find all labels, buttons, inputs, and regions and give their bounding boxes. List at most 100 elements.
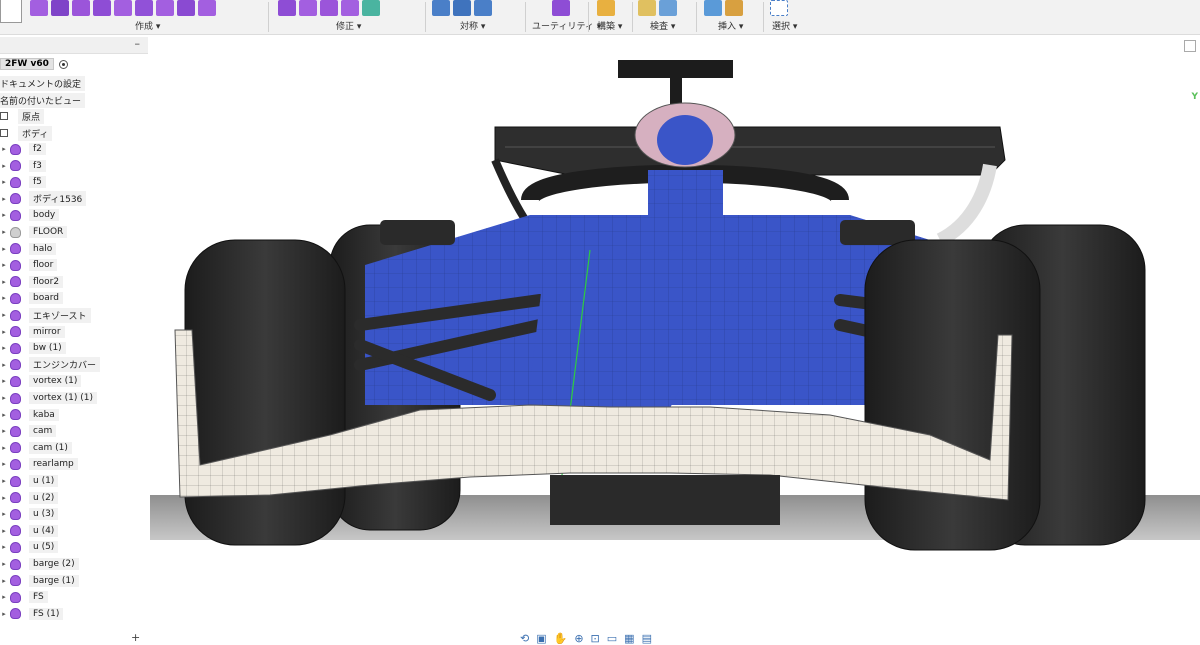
body-list-item[interactable]: ▸ cam	[0, 423, 57, 439]
expand-caret-icon[interactable]: ▸	[0, 328, 8, 336]
quadball-icon[interactable]	[177, 0, 195, 16]
body-list-item[interactable]: ▸ halo	[0, 241, 57, 257]
expand-caret-icon[interactable]: ▸	[0, 211, 8, 219]
expand-caret-icon[interactable]: ▸	[0, 162, 8, 170]
expand-caret-icon[interactable]: ▸	[0, 344, 8, 352]
mirror-duplicate-icon[interactable]	[474, 0, 492, 16]
body-list-item[interactable]: ▸ barge (2)	[0, 556, 79, 572]
root-component-name[interactable]: 2FW v60	[0, 58, 54, 70]
bridge-icon[interactable]	[341, 0, 359, 16]
expand-caret-icon[interactable]: ▸	[0, 195, 8, 203]
expand-caret-icon[interactable]: ▸	[0, 577, 8, 585]
insert-mesh-icon[interactable]	[725, 0, 743, 16]
grid-icon[interactable]: ▦	[624, 632, 634, 645]
offset-plane-icon[interactable]	[597, 0, 615, 16]
display-mode-icon[interactable]	[552, 0, 570, 16]
insert-edge-icon[interactable]	[299, 0, 317, 16]
expand-caret-icon[interactable]: ▸	[0, 145, 8, 153]
measure-icon[interactable]	[638, 0, 656, 16]
expand-caret-icon[interactable]: ▸	[0, 510, 8, 518]
section-analysis-icon[interactable]	[659, 0, 677, 16]
construct-menu[interactable]: 構築 ▾	[597, 19, 622, 32]
body-list-item[interactable]: ▸ FS (1)	[0, 606, 64, 622]
symmetry-menu[interactable]: 対称 ▾	[460, 19, 485, 32]
body-list-item[interactable]: ▸ f5	[0, 174, 46, 190]
add-button[interactable]: +	[131, 631, 140, 644]
body-list-item[interactable]: ▸ body	[0, 207, 60, 223]
canvas-icon[interactable]	[704, 0, 722, 16]
edit-form-icon[interactable]	[278, 0, 296, 16]
circular-internal-icon[interactable]	[453, 0, 471, 16]
torus-icon[interactable]	[156, 0, 174, 16]
body-list-item[interactable]: ▸ bw (1)	[0, 340, 66, 356]
body-list-item[interactable]: ▸ mirror	[0, 324, 65, 340]
expand-caret-icon[interactable]: ▸	[0, 427, 8, 435]
body-list-item[interactable]: ▸ u (4)	[0, 523, 59, 539]
orbit-icon[interactable]: ⟲	[520, 632, 529, 645]
body-list-item[interactable]: ▸ kaba	[0, 407, 59, 423]
select-menu[interactable]: 選択 ▾	[772, 19, 797, 32]
display-icon[interactable]: ▭	[607, 632, 617, 645]
expand-caret-icon[interactable]: ▸	[0, 494, 8, 502]
expand-caret-icon[interactable]: ▸	[0, 228, 8, 236]
body-list-item[interactable]: ▸ u (5)	[0, 539, 59, 555]
insert-menu[interactable]: 挿入 ▾	[718, 19, 743, 32]
expand-caret-icon[interactable]: ▸	[0, 593, 8, 601]
expand-caret-icon[interactable]: ▸	[0, 311, 8, 319]
document-settings-row[interactable]: ドキュメントの設定	[0, 75, 86, 91]
named-views-row[interactable]: 名前の付いたビュー	[0, 92, 86, 108]
body-list-item[interactable]: ▸ floor2	[0, 274, 64, 290]
box-icon[interactable]	[72, 0, 90, 16]
cylinder-icon[interactable]	[114, 0, 132, 16]
create-sketch-icon[interactable]	[30, 0, 48, 16]
expand-caret-icon[interactable]: ▸	[0, 460, 8, 468]
inspect-menu[interactable]: 検査 ▾	[650, 19, 675, 32]
body-list-item[interactable]: ▸ board	[0, 290, 63, 306]
expand-caret-icon[interactable]: ▸	[0, 178, 8, 186]
sphere-icon[interactable]	[135, 0, 153, 16]
pipe-icon[interactable]	[198, 0, 216, 16]
expand-caret-icon[interactable]: ▸	[0, 444, 8, 452]
body-list-item[interactable]: ▸ f3	[0, 158, 46, 174]
expand-caret-icon[interactable]: ▸	[0, 394, 8, 402]
create-menu[interactable]: 作成 ▾	[135, 19, 160, 32]
modify-menu[interactable]: 修正 ▾	[336, 19, 361, 32]
activate-radio-icon[interactable]	[58, 59, 68, 69]
body-list-item[interactable]: ▸ u (2)	[0, 490, 59, 506]
expand-caret-icon[interactable]: ▸	[0, 610, 8, 618]
workspace-dropdown[interactable]	[0, 0, 22, 23]
body-list-item[interactable]: ▸ cam (1)	[0, 440, 72, 456]
body-list-item[interactable]: ▸ vortex (1)	[0, 373, 82, 389]
expand-caret-icon[interactable]: ▸	[0, 527, 8, 535]
origin-row[interactable]: 原点	[0, 108, 45, 124]
body-list-item[interactable]: ▸ エンジンカバー	[0, 357, 101, 373]
expand-caret-icon[interactable]: ▸	[0, 294, 8, 302]
plane-icon[interactable]	[93, 0, 111, 16]
subdivide-icon[interactable]	[320, 0, 338, 16]
body-list-item[interactable]: ▸ u (3)	[0, 506, 59, 522]
body-list-item[interactable]: ▸ f2	[0, 141, 46, 157]
expand-caret-icon[interactable]: ▸	[0, 411, 8, 419]
bodies-row[interactable]: ボディ	[0, 125, 53, 141]
model-viewport[interactable]	[150, 35, 1200, 625]
expand-caret-icon[interactable]: ▸	[0, 261, 8, 269]
body-list-item[interactable]: ▸ FS	[0, 589, 48, 605]
expand-caret-icon[interactable]: ▸	[0, 543, 8, 551]
body-list-item[interactable]: ▸ barge (1)	[0, 573, 79, 589]
mirror-internal-icon[interactable]	[432, 0, 450, 16]
body-list-item[interactable]: ▸ vortex (1) (1)	[0, 390, 97, 406]
viewcube-home-icon[interactable]	[1184, 40, 1196, 52]
window-select-icon[interactable]	[770, 0, 788, 16]
body-list-item[interactable]: ▸ FLOOR	[0, 224, 68, 240]
look-at-icon[interactable]: ▣	[536, 632, 546, 645]
expand-caret-icon[interactable]: ▸	[0, 377, 8, 385]
expand-caret-icon[interactable]: ▸	[0, 245, 8, 253]
fit-icon[interactable]: ⊡	[591, 632, 600, 645]
expand-caret-icon[interactable]: ▸	[0, 560, 8, 568]
expand-caret-icon[interactable]: ▸	[0, 278, 8, 286]
viewports-icon[interactable]: ▤	[642, 632, 652, 645]
pan-icon[interactable]: ✋	[554, 632, 568, 645]
expand-caret-icon[interactable]: ▸	[0, 477, 8, 485]
body-list-item[interactable]: ▸ floor	[0, 257, 58, 273]
body-list-item[interactable]: ▸ rearlamp	[0, 456, 78, 472]
